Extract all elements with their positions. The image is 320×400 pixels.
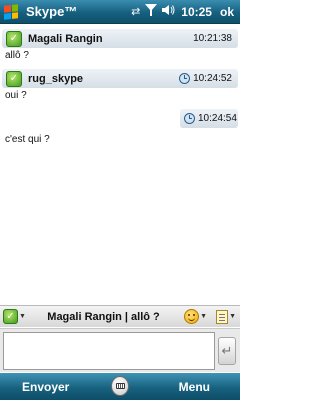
chevron-down-icon: ▼	[200, 313, 208, 320]
windows-flag-icon	[4, 3, 18, 20]
message-text: c'est qui ?	[5, 134, 50, 145]
ok-button[interactable]: ok	[220, 5, 234, 19]
notepad-icon	[216, 309, 229, 324]
menu-softkey[interactable]: Menu	[179, 380, 210, 394]
compose-area: ↵	[0, 328, 240, 372]
send-arrow-button[interactable]: ↵	[218, 337, 236, 365]
message-time: 10:24:54	[184, 113, 237, 124]
chat-history[interactable]: ✓ Magali Rangin 10:21:38 allô ? ✓ rug_sk…	[0, 25, 240, 301]
status-icons: ⇄	[131, 4, 175, 19]
conversation-title: Magali Rangin | allô ?	[47, 310, 160, 323]
online-status-icon: ✓	[6, 30, 22, 47]
start-button[interactable]	[0, 0, 22, 24]
smiley-icon	[184, 309, 200, 324]
message-input[interactable]	[3, 332, 215, 370]
message-time: 10:21:38	[193, 33, 232, 44]
clock-icon	[184, 113, 195, 124]
return-arrow-icon: ↵	[221, 343, 233, 358]
message-sender: Magali Rangin	[28, 32, 103, 45]
conversation-bar: ✓ ▼ Magali Rangin | allô ? ▼ ▼	[0, 305, 240, 327]
volume-icon[interactable]	[162, 4, 175, 19]
title-bar: Skype™ ⇄ 10:25 ok	[0, 0, 240, 24]
message-header: 10:24:54	[180, 109, 238, 128]
send-softkey[interactable]: Envoyer	[22, 380, 69, 394]
message-header: ✓ Magali Rangin 10:21:38	[2, 29, 238, 48]
message-sender: rug_skype	[28, 72, 84, 85]
message-header: ✓ rug_skype 10:24:52	[2, 69, 238, 88]
signal-icon[interactable]	[145, 4, 158, 19]
chevron-down-icon: ▼	[229, 313, 236, 320]
online-status-icon: ✓	[6, 70, 22, 87]
emoticon-dropdown[interactable]: ▼	[184, 309, 207, 324]
keyboard-icon[interactable]	[111, 376, 129, 396]
message-time: 10:24:52	[179, 73, 232, 84]
clock[interactable]: 10:25	[181, 5, 212, 19]
online-status-icon: ✓	[3, 309, 18, 324]
notes-dropdown[interactable]: ▼	[210, 309, 236, 324]
message-text: oui ?	[5, 90, 27, 101]
app-title: Skype™	[26, 4, 78, 19]
chevron-down-icon: ▼	[19, 313, 26, 320]
sync-arrows-icon[interactable]: ⇄	[131, 5, 140, 18]
status-dropdown[interactable]: ✓ ▼	[3, 309, 26, 324]
clock-icon	[179, 73, 191, 84]
message-text: allô ?	[5, 50, 29, 61]
